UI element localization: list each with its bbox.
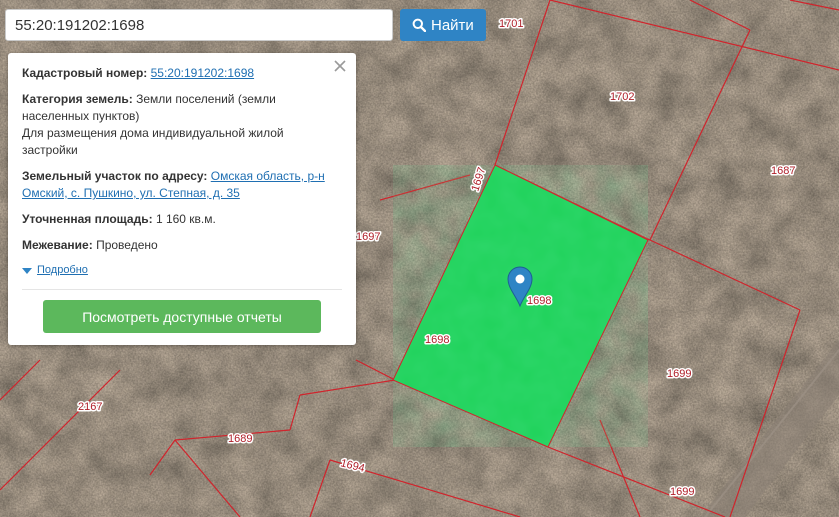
search-button[interactable]: Найти <box>400 9 486 41</box>
survey-row: Межевание: Проведено <box>22 237 342 254</box>
land-category-row: Категория земель: Земли поселений (земли… <box>22 91 342 159</box>
search-bar: Найти <box>5 9 486 41</box>
address-row: Земельный участок по адресу: Омская обла… <box>22 168 342 202</box>
details-toggle[interactable]: Подробно <box>22 262 342 279</box>
parcel-label-2167: 2167 <box>78 401 102 413</box>
details-label: Подробно <box>37 264 88 276</box>
survey-value: Проведено <box>96 238 158 252</box>
land-category-label: Категория земель: <box>22 92 133 106</box>
caret-down-icon <box>22 267 32 274</box>
land-usage-text-cont: застройки <box>22 143 78 157</box>
parcel-label-1699: 1699 <box>667 368 691 380</box>
address-label: Земельный участок по адресу: <box>22 169 208 183</box>
close-icon[interactable] <box>332 58 348 74</box>
land-category-value-cont: населенных пунктов) <box>22 109 140 123</box>
area-row: Уточненная площадь: 1 160 кв.м. <box>22 211 342 228</box>
parcel-info-card: Кадастровый номер: 55:20:191202:1698 Кат… <box>8 53 356 345</box>
parcel-label-1702: 1702 <box>610 91 634 103</box>
divider <box>22 289 342 290</box>
parcel-label-1698-center: 1698 <box>527 295 551 307</box>
address-link[interactable]: Омская область, р-н <box>211 169 325 183</box>
cadastral-number-label: Кадастровый номер: <box>22 66 148 80</box>
parcel-label-1699-bottom: 1699 <box>670 486 694 498</box>
parcel-label-1689: 1689 <box>228 433 252 445</box>
area-label: Уточненная площадь: <box>22 212 153 226</box>
parcel-label-1697: 1697 <box>356 231 380 243</box>
survey-label: Межевание: <box>22 238 93 252</box>
search-button-label: Найти <box>431 16 474 34</box>
land-usage-text: Для размещения дома индивидуальной жилой <box>22 126 284 140</box>
parcel-label-1701: 1701 <box>499 18 523 30</box>
parcel-label-1687: 1687 <box>771 165 795 177</box>
land-category-value: Земли поселений (земли <box>136 92 276 106</box>
address-link-cont[interactable]: Омский, с. Пушкино, ул. Степная, д. 35 <box>22 186 240 200</box>
parcel-label-1698-left: 1698 <box>425 334 449 346</box>
cadastral-search-input[interactable] <box>5 9 393 41</box>
area-value: 1 160 кв.м. <box>155 212 216 226</box>
view-reports-button[interactable]: Посмотреть доступные отчеты <box>43 300 321 333</box>
search-icon <box>412 18 426 32</box>
cadastral-number-row: Кадастровый номер: 55:20:191202:1698 <box>22 65 342 82</box>
cadastral-number-link[interactable]: 55:20:191202:1698 <box>151 66 254 80</box>
